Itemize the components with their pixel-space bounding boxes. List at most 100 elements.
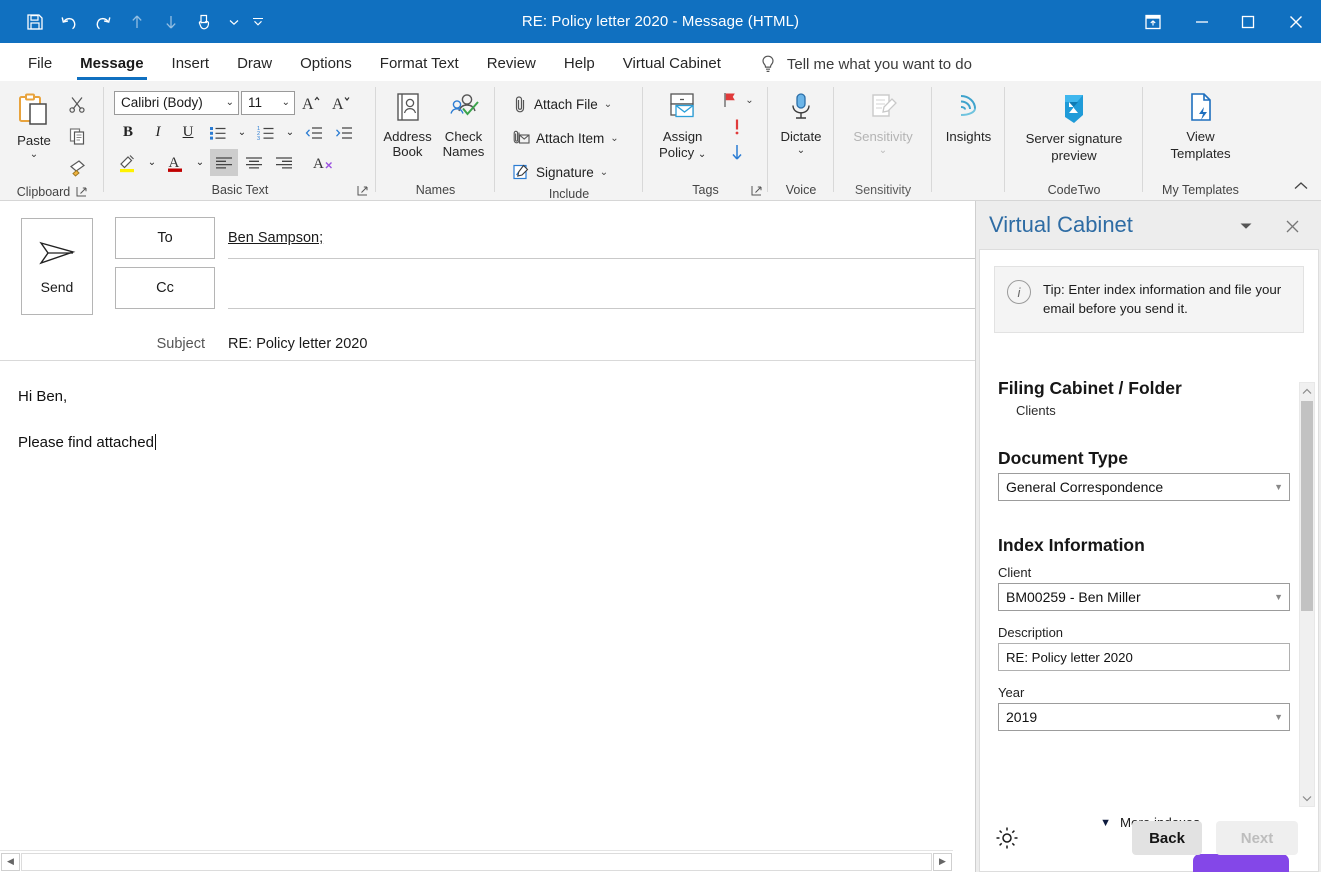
previous-item-arrow-up-icon[interactable] — [120, 5, 154, 39]
view-templates-button[interactable]: ViewTemplates — [1153, 87, 1249, 162]
cc-button[interactable]: Cc — [115, 267, 215, 309]
highlight-dropdown-icon[interactable]: ⌄ — [144, 149, 160, 176]
font-dialog-launcher-icon[interactable] — [357, 185, 368, 196]
scroll-left-arrow-icon[interactable]: ◀ — [1, 853, 20, 871]
panel-close-icon[interactable] — [1278, 213, 1306, 239]
low-importance-button[interactable] — [716, 140, 758, 165]
send-button[interactable]: Send — [21, 218, 93, 315]
tab-file[interactable]: File — [14, 47, 66, 81]
tab-help[interactable]: Help — [550, 47, 609, 81]
client-value: BM00259 - Ben Miller — [1006, 589, 1141, 605]
touch-mode-icon[interactable] — [188, 5, 222, 39]
chevron-down-icon[interactable]: ⌄ — [745, 95, 753, 106]
follow-up-button[interactable]: ⌄ — [716, 87, 758, 113]
font-size-combo[interactable]: 11 ⌄ — [241, 91, 295, 115]
ribbon-display-options-icon[interactable] — [1127, 0, 1179, 43]
tab-message[interactable]: Message — [66, 47, 157, 81]
sensitivity-dropdown-icon[interactable]: ⌄ — [879, 146, 887, 155]
scroll-right-arrow-icon[interactable]: ▶ — [933, 853, 952, 871]
document-type-dropdown[interactable]: General Correspondence ▼ — [998, 473, 1290, 501]
close-icon[interactable] — [1271, 0, 1321, 43]
font-color-dropdown-icon[interactable]: ⌄ — [192, 149, 208, 176]
attach-file-button[interactable]: Attach File ⌄ — [507, 89, 624, 119]
horizontal-scroll-track[interactable] — [21, 853, 932, 871]
message-body[interactable]: Hi Ben, Please find attached — [0, 361, 975, 850]
undo-icon[interactable] — [52, 5, 86, 39]
panel-options-chevron-down-icon[interactable] — [1232, 213, 1260, 239]
italic-button[interactable]: I — [144, 119, 172, 146]
align-center-button[interactable] — [240, 149, 268, 176]
assign-policy-button[interactable]: AssignPolicy ⌄ — [653, 87, 712, 161]
dictate-button[interactable]: Dictate ⌄ — [774, 87, 828, 155]
tab-draw[interactable]: Draw — [223, 47, 286, 81]
tell-me-search[interactable]: Tell me what you want to do — [759, 47, 972, 81]
ribbon-group-names: Address Book Check Names Names — [376, 81, 495, 200]
align-right-button[interactable] — [270, 149, 298, 176]
sensitivity-button[interactable]: Sensitivity ⌄ — [840, 87, 926, 155]
description-input[interactable]: RE: Policy letter 2020 — [998, 643, 1290, 671]
cut-button[interactable] — [63, 89, 92, 119]
minimize-icon[interactable] — [1179, 0, 1225, 43]
font-name-combo[interactable]: Calibri (Body) ⌄ — [114, 91, 239, 115]
year-value: 2019 — [1006, 709, 1037, 725]
numbering-button[interactable]: 123 — [252, 119, 280, 146]
format-painter-button[interactable] — [63, 153, 92, 183]
check-names-button[interactable]: Check Names — [437, 87, 491, 159]
chevron-down-icon[interactable]: ⌄ — [600, 167, 608, 178]
shrink-font-button[interactable]: A — [327, 89, 355, 116]
paste-dropdown-icon[interactable]: ⌄ — [30, 150, 38, 159]
bullets-dropdown-icon[interactable]: ⌄ — [234, 119, 250, 146]
dictate-dropdown-icon[interactable]: ⌄ — [797, 146, 805, 155]
bold-button[interactable]: B — [114, 119, 142, 146]
redo-icon[interactable] — [86, 5, 120, 39]
clipboard-dialog-launcher-icon[interactable] — [76, 186, 87, 197]
high-importance-button[interactable] — [716, 114, 758, 139]
next-item-arrow-down-icon[interactable] — [154, 5, 188, 39]
tab-virtual-cabinet[interactable]: Virtual Cabinet — [609, 47, 735, 81]
customize-quick-access-toolbar-icon[interactable] — [246, 5, 270, 39]
font-color-button[interactable]: A — [162, 149, 190, 176]
body-horizontal-scrollbar[interactable]: ◀ ▶ — [0, 850, 953, 872]
decrease-indent-button[interactable] — [300, 119, 328, 146]
chevron-down-icon[interactable]: ⌄ — [604, 99, 612, 110]
underline-button[interactable]: U — [174, 119, 202, 146]
subject-label: Subject — [115, 327, 215, 361]
server-signature-preview-button[interactable]: Server signaturepreview — [1014, 87, 1134, 164]
paste-button[interactable]: Paste ⌄ — [5, 87, 63, 159]
tab-options[interactable]: Options — [286, 47, 366, 81]
tab-review[interactable]: Review — [473, 47, 550, 81]
chevron-down-icon[interactable]: ⌄ — [610, 133, 618, 144]
attach-item-button[interactable]: Attach Item ⌄ — [507, 123, 624, 153]
chevron-down-icon: ▼ — [1274, 592, 1283, 602]
clear-formatting-button[interactable]: A — [310, 149, 338, 176]
filing-cabinet-value[interactable]: Clients — [1016, 403, 1320, 418]
index-form-vertical-scrollbar[interactable] — [1299, 382, 1315, 807]
touch-mode-dropdown-icon[interactable] — [222, 5, 246, 39]
insights-button[interactable]: Insights — [940, 87, 997, 144]
numbering-dropdown-icon[interactable]: ⌄ — [282, 119, 298, 146]
to-button[interactable]: To — [115, 217, 215, 259]
tab-insert[interactable]: Insert — [158, 47, 224, 81]
scroll-down-arrow-icon[interactable] — [1300, 790, 1314, 806]
tags-dialog-launcher-icon[interactable] — [751, 185, 762, 196]
copy-button[interactable] — [63, 121, 92, 151]
text-highlight-color-button[interactable] — [114, 149, 142, 176]
bullets-button[interactable] — [204, 119, 232, 146]
address-book-button[interactable]: Address Book — [381, 87, 435, 159]
grow-font-button[interactable]: A — [297, 89, 325, 116]
year-dropdown[interactable]: 2019 ▼ — [998, 703, 1290, 731]
scroll-up-arrow-icon[interactable] — [1300, 383, 1314, 399]
vertical-scroll-thumb[interactable] — [1301, 401, 1313, 611]
maximize-icon[interactable] — [1225, 0, 1271, 43]
back-button[interactable]: Back — [1132, 821, 1202, 855]
save-icon[interactable] — [18, 5, 52, 39]
chevron-down-icon[interactable]: ⌄ — [698, 149, 706, 160]
collapse-ribbon-button[interactable] — [1289, 176, 1313, 196]
increase-indent-button[interactable] — [330, 119, 358, 146]
tab-format-text[interactable]: Format Text — [366, 47, 473, 81]
gear-icon[interactable] — [994, 825, 1020, 851]
view-templates-label: ViewTemplates — [1170, 129, 1230, 162]
signature-button[interactable]: Signature ⌄ — [507, 157, 624, 187]
align-left-button[interactable] — [210, 149, 238, 176]
client-dropdown[interactable]: BM00259 - Ben Miller ▼ — [998, 583, 1290, 611]
